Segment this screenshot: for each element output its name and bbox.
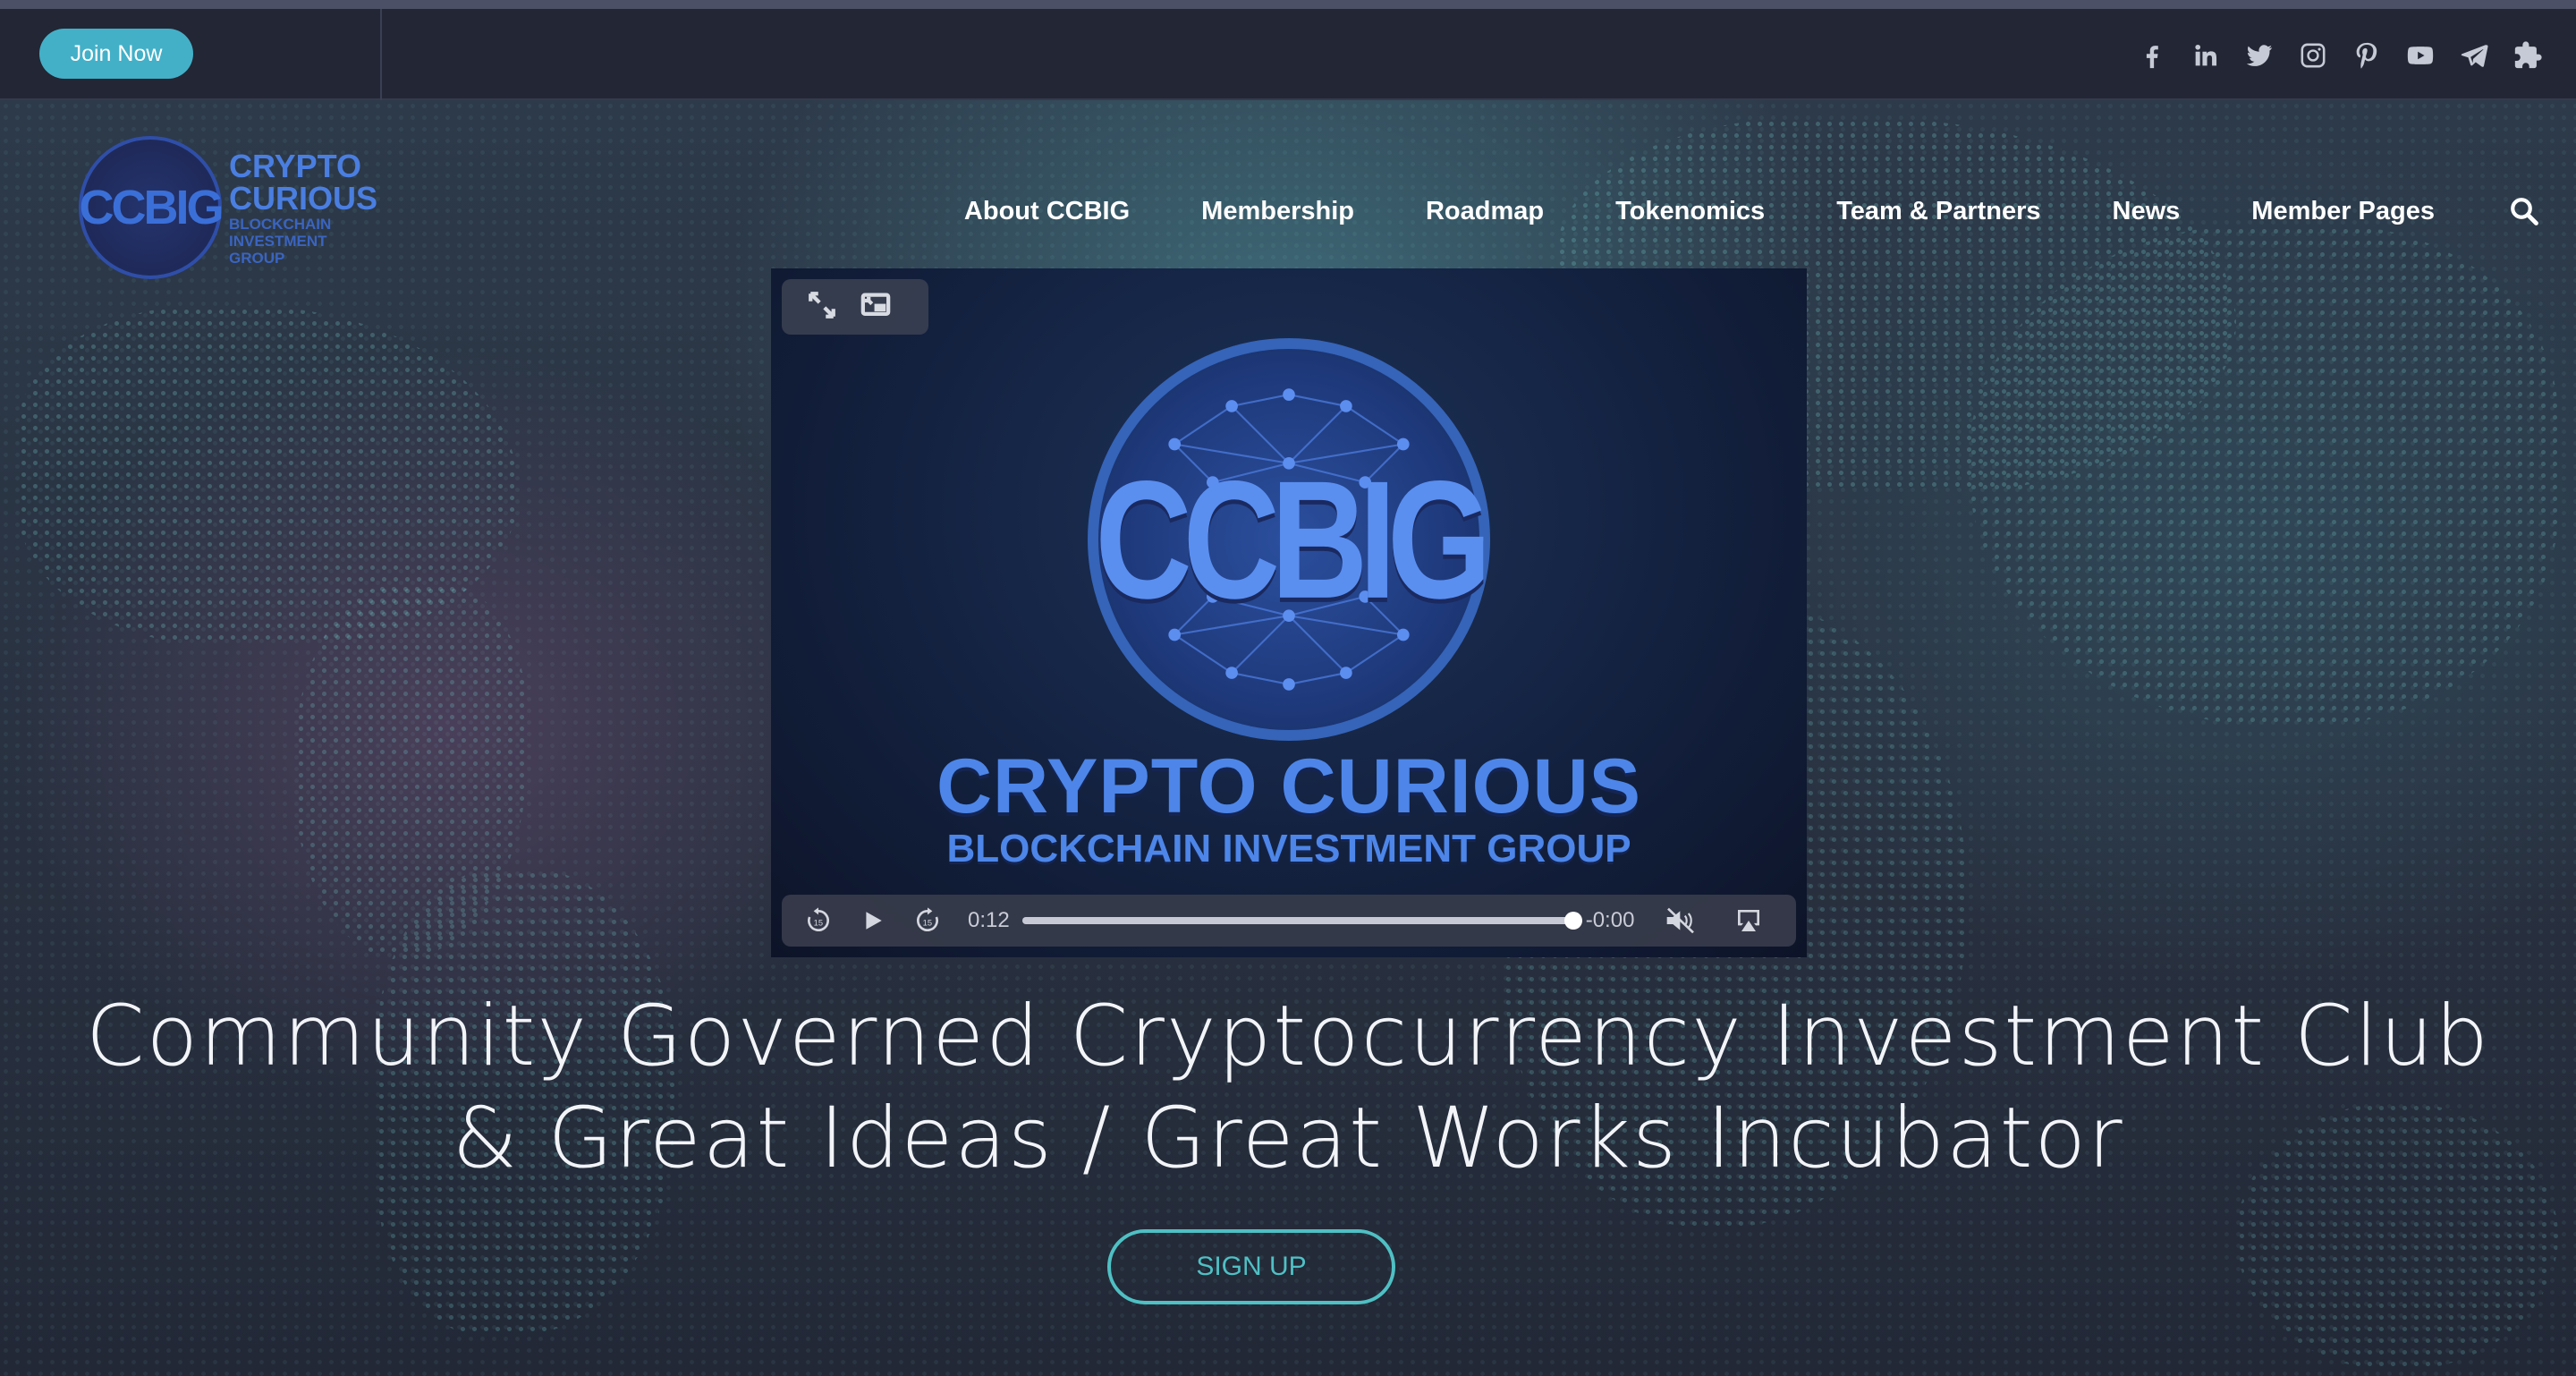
muted-speaker-icon[interactable] bbox=[1657, 906, 1707, 935]
fullscreen-icon[interactable] bbox=[807, 290, 837, 325]
logo-line-3: BLOCKCHAIN bbox=[229, 215, 332, 233]
join-now-button[interactable]: Join Now bbox=[39, 29, 193, 79]
logo-line-2: CURIOUS bbox=[229, 179, 378, 217]
video-control-bar: 15 15 0:12 -0:00 bbox=[782, 895, 1796, 947]
svg-text:15: 15 bbox=[814, 918, 823, 927]
hero-headline: Community Governed Cryptocurrency Invest… bbox=[0, 986, 2576, 1190]
video-progress-bar[interactable] bbox=[1021, 912, 1582, 930]
video-subtitle-text: BLOCKCHAIN INVESTMENT GROUP bbox=[946, 827, 1631, 871]
skip-forward-15-icon[interactable]: 15 bbox=[905, 906, 950, 935]
nav-item-about[interactable]: About CCBIG bbox=[964, 197, 1130, 226]
hero-headline-line-1: Community Governed Cryptocurrency Invest… bbox=[85, 988, 2490, 1085]
airplay-icon[interactable] bbox=[1724, 906, 1774, 935]
video-emblem: CCBIG bbox=[1088, 338, 1492, 741]
social-links bbox=[2132, 36, 2547, 75]
video-progress-knob[interactable] bbox=[1563, 912, 1582, 930]
nav-item-tokenomics[interactable]: Tokenomics bbox=[1615, 197, 1765, 226]
video-remaining-time: -0:00 bbox=[1585, 908, 1635, 932]
nav-item-member-pages[interactable]: Member Pages bbox=[2251, 197, 2435, 226]
video-title-text: CRYPTO CURIOUS bbox=[936, 743, 1642, 829]
sign-up-button[interactable]: SIGN UP bbox=[1107, 1229, 1395, 1304]
video-current-time: 0:12 bbox=[968, 908, 1010, 932]
top-bar: Join Now bbox=[0, 0, 2576, 100]
linkedin-icon[interactable] bbox=[2186, 36, 2225, 75]
video-top-controls bbox=[782, 279, 928, 335]
hero-headline-line-2: & Great Ideas / Great Works Incubator bbox=[452, 1090, 2124, 1187]
picture-in-picture-icon[interactable] bbox=[860, 290, 891, 325]
main-nav: About CCBIG Membership Roadmap Tokenomic… bbox=[964, 193, 2576, 229]
svg-text:15: 15 bbox=[923, 918, 932, 927]
nav-item-roadmap[interactable]: Roadmap bbox=[1426, 197, 1544, 226]
video-emblem-monogram: CCBIG bbox=[1095, 445, 1491, 633]
youtube-icon[interactable] bbox=[2401, 36, 2440, 75]
instagram-icon[interactable] bbox=[2293, 36, 2333, 75]
twitter-icon[interactable] bbox=[2240, 36, 2279, 75]
nav-item-news[interactable]: News bbox=[2113, 197, 2181, 226]
logo-line-4: INVESTMENT bbox=[229, 232, 327, 250]
nav-item-membership[interactable]: Membership bbox=[1201, 197, 1354, 226]
facebook-icon[interactable] bbox=[2132, 36, 2172, 75]
play-icon[interactable] bbox=[848, 908, 898, 933]
skip-back-15-icon[interactable]: 15 bbox=[796, 906, 841, 935]
nav-item-team-partners[interactable]: Team & Partners bbox=[1836, 197, 2040, 226]
telegram-icon[interactable] bbox=[2454, 36, 2494, 75]
pinterest-icon[interactable] bbox=[2347, 36, 2386, 75]
logo-line-5: GROUP bbox=[229, 249, 285, 267]
video-progress-fill bbox=[1021, 917, 1573, 924]
hero-section: CCBIG CRYPTO CURIOUS BLOCKCHAIN INVESTME… bbox=[0, 100, 2576, 1376]
puzzle-icon[interactable] bbox=[2508, 36, 2547, 75]
logo-emblem: CCBIG bbox=[79, 136, 225, 279]
logo-line-1: CRYPTO bbox=[229, 147, 362, 184]
logo-wordmark: CRYPTO CURIOUS BLOCKCHAIN INVESTMENT GRO… bbox=[229, 147, 378, 267]
site-logo[interactable]: CCBIG CRYPTO CURIOUS BLOCKCHAIN INVESTME… bbox=[79, 136, 377, 279]
intro-video-player[interactable]: CCBIG CRYPTO CURIOUS BLOCKCHAIN INVESTME… bbox=[771, 268, 1807, 957]
search-icon[interactable] bbox=[2506, 193, 2542, 229]
topbar-divider bbox=[380, 9, 382, 100]
